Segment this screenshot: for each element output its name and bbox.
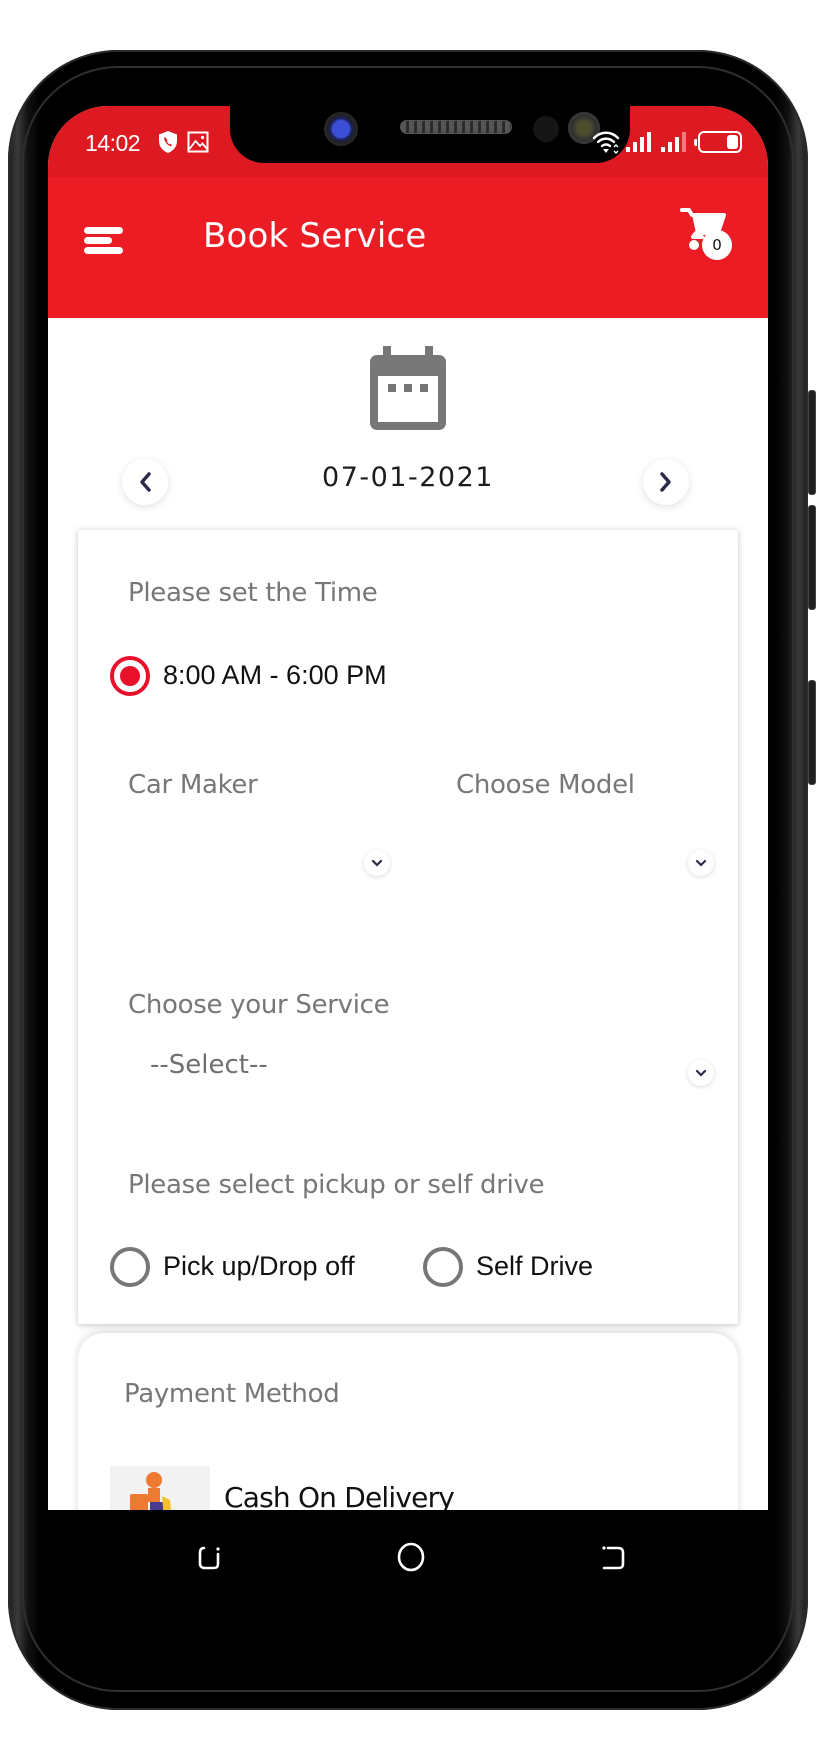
next-date-button[interactable]	[643, 459, 689, 505]
home-icon[interactable]	[394, 1540, 428, 1574]
pickup-section-label: Please select pickup or self drive	[128, 1170, 545, 1200]
time-radio-selected[interactable]	[110, 656, 150, 696]
car-model-dropdown[interactable]	[438, 820, 728, 890]
chevron-left-icon	[140, 472, 151, 492]
service-selected-value: --Select--	[150, 1050, 268, 1080]
pickup-radio[interactable]	[110, 1247, 150, 1287]
time-option-label: 8:00 AM - 6:00 PM	[163, 660, 387, 690]
booking-form-card: Please set the Time 8:00 AM - 6:00 PM Ca…	[78, 530, 738, 1324]
status-time: 14:02	[85, 130, 141, 156]
car-maker-dropdown[interactable]	[108, 820, 428, 890]
signal-icon	[626, 132, 651, 152]
service-dropdown[interactable]: --Select--	[108, 1040, 728, 1100]
recents-icon[interactable]	[194, 1540, 228, 1574]
payment-method-label: Payment Method	[124, 1379, 340, 1409]
selected-date[interactable]: 07-01-2021	[258, 462, 558, 493]
car-model-label: Choose Model	[456, 770, 635, 800]
proximity-sensor	[533, 116, 559, 142]
wifi-icon	[592, 131, 620, 154]
cart-count-badge: 0	[702, 230, 732, 260]
back-icon[interactable]	[596, 1540, 630, 1574]
front-camera	[324, 112, 358, 146]
service-label: Choose your Service	[128, 990, 390, 1020]
time-section-label: Please set the Time	[128, 578, 378, 608]
status-indicators	[592, 128, 742, 156]
delivery-scooter-icon	[110, 1466, 210, 1510]
power-button	[808, 680, 816, 785]
self-drive-radio[interactable]	[423, 1247, 463, 1287]
screen: 14:02 Book Service 0 07-01-2021 Please s…	[48, 106, 768, 1510]
battery-level	[727, 135, 738, 149]
shield-call-icon	[159, 131, 177, 153]
chevron-down-icon	[688, 1060, 714, 1086]
payment-option-label: Cash On Delivery	[224, 1481, 455, 1510]
chevron-right-icon	[660, 472, 671, 492]
cart-button[interactable]: 0	[680, 207, 740, 265]
pickup-option-label: Pick up/Drop off	[163, 1251, 355, 1281]
previous-date-button[interactable]	[122, 459, 168, 505]
calendar-icon	[370, 346, 446, 430]
earpiece-speaker	[400, 120, 512, 134]
system-nav-bar	[48, 1510, 768, 1650]
volume-up-button	[808, 390, 816, 495]
chevron-down-icon	[688, 850, 714, 876]
page-title: Book Service	[203, 216, 427, 256]
chevron-down-icon	[364, 850, 390, 876]
image-icon	[187, 131, 209, 153]
hamburger-menu-icon[interactable]	[80, 219, 128, 259]
volume-down-button	[808, 505, 816, 610]
self-drive-option-label: Self Drive	[476, 1251, 594, 1281]
battery-icon	[694, 131, 742, 153]
status-bar: 14:02	[48, 106, 768, 177]
app-bar: Book Service 0	[48, 177, 768, 318]
payment-method-card: Payment Method Cash On Delivery	[78, 1333, 738, 1510]
signal-icon	[661, 132, 686, 152]
car-maker-label: Car Maker	[128, 770, 258, 800]
